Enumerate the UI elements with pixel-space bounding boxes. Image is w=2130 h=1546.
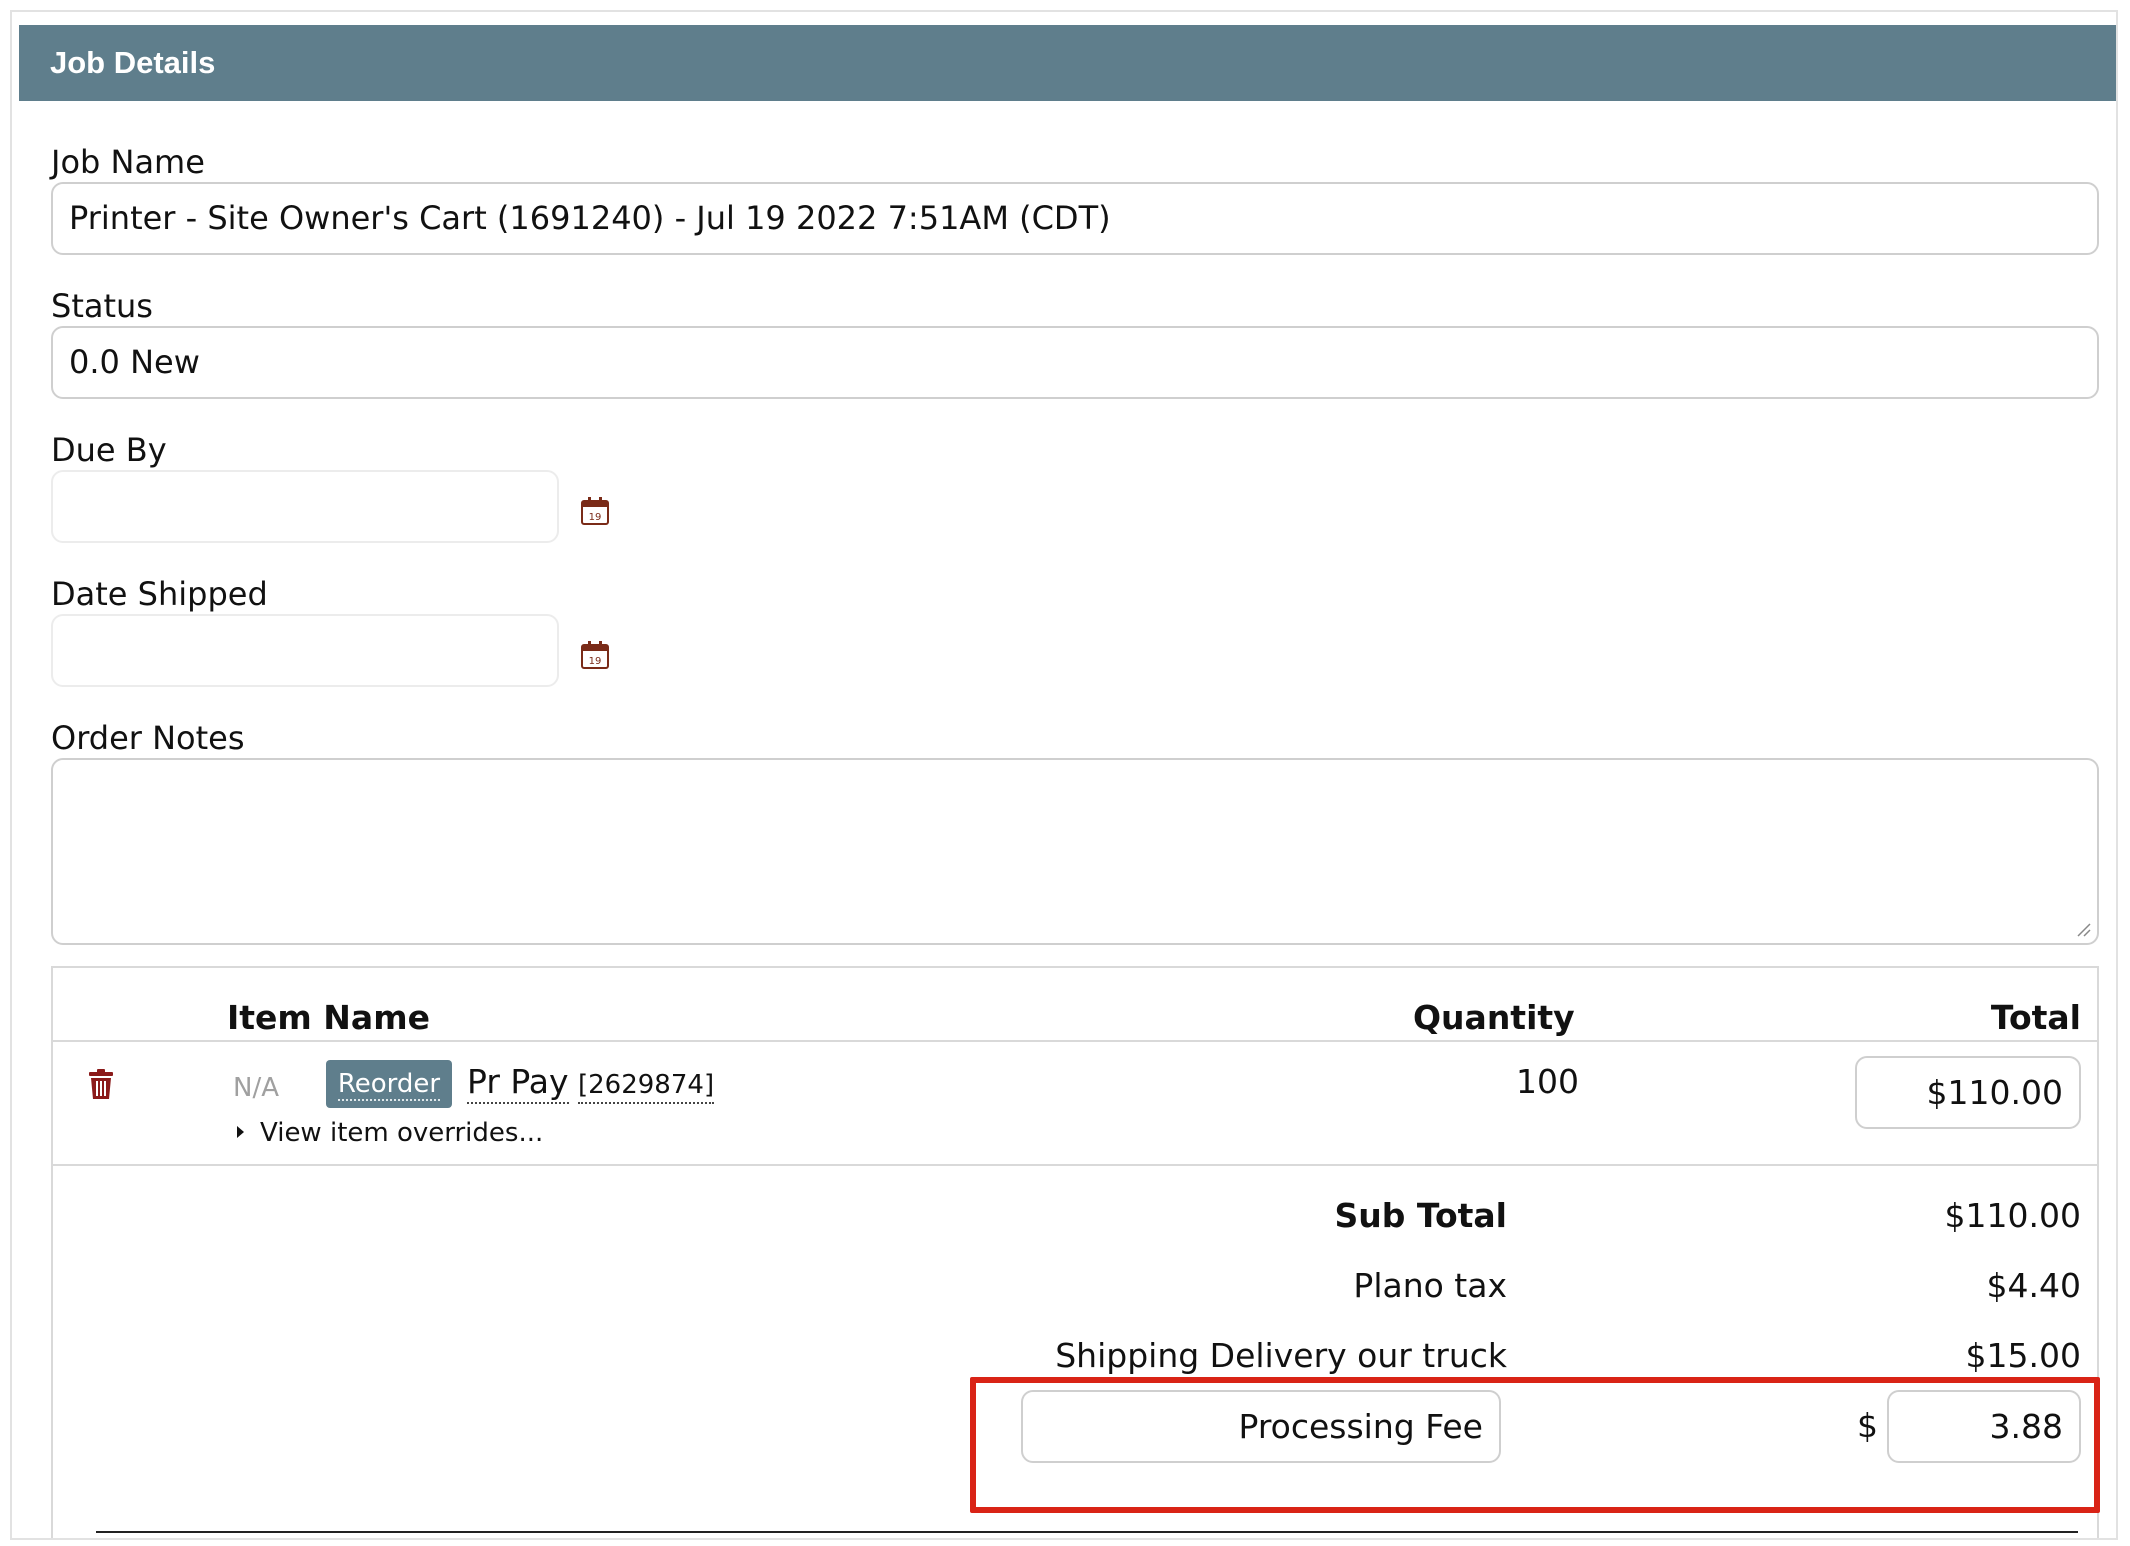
reorder-button[interactable]: Reorder bbox=[326, 1060, 452, 1108]
tax-label: Plano tax bbox=[1353, 1266, 1507, 1305]
view-item-overrides-toggle[interactable]: View item overrides... bbox=[237, 1116, 543, 1150]
reorder-label: Reorder bbox=[337, 1069, 441, 1101]
row-divider bbox=[53, 1164, 2097, 1166]
order-notes-textarea[interactable] bbox=[51, 758, 2099, 945]
disclosure-triangle-icon bbox=[237, 1125, 244, 1138]
item-na-text: N/A bbox=[233, 1073, 279, 1103]
item-id: [2629874] bbox=[578, 1068, 715, 1104]
total-header: Total bbox=[1990, 998, 2081, 1037]
sub-total-label: Sub Total bbox=[1334, 1196, 1507, 1235]
item-quantity: 100 bbox=[1516, 1062, 1579, 1101]
total-divider bbox=[96, 1531, 2078, 1533]
item-total-input[interactable]: $110.00 bbox=[1855, 1056, 2081, 1129]
date-shipped-label: Date Shipped bbox=[51, 575, 268, 613]
item-name-link[interactable]: Pr Pay bbox=[467, 1062, 569, 1104]
job-details-card: Job Details Job Name Printer - Site Owne… bbox=[10, 10, 2118, 1540]
date-shipped-input[interactable] bbox=[51, 614, 559, 687]
svg-text:19: 19 bbox=[589, 656, 602, 667]
order-notes-label: Order Notes bbox=[51, 719, 245, 757]
due-by-calendar-icon[interactable]: 19 bbox=[580, 496, 610, 526]
header-divider bbox=[53, 1040, 2097, 1042]
resize-handle-icon[interactable] bbox=[2075, 921, 2091, 937]
due-by-label: Due By bbox=[51, 431, 167, 469]
shipping-value: $15.00 bbox=[1965, 1336, 2081, 1375]
shipping-label: Shipping Delivery our truck bbox=[1055, 1336, 1507, 1375]
job-name-input[interactable]: Printer - Site Owner's Cart (1691240) - … bbox=[51, 182, 2099, 255]
view-item-overrides-label: View item overrides... bbox=[260, 1118, 544, 1148]
status-label: Status bbox=[51, 287, 153, 325]
date-shipped-calendar-icon[interactable]: 19 bbox=[580, 640, 610, 670]
tax-value: $4.40 bbox=[1986, 1266, 2081, 1305]
panel-title: Job Details bbox=[19, 25, 2116, 101]
job-name-label: Job Name bbox=[51, 143, 205, 181]
trash-icon[interactable] bbox=[88, 1068, 114, 1100]
svg-text:19: 19 bbox=[589, 512, 602, 523]
item-name-header: Item Name bbox=[227, 998, 430, 1037]
processing-fee-highlight bbox=[970, 1377, 2100, 1513]
sub-total-value: $110.00 bbox=[1944, 1196, 2081, 1235]
quantity-header: Quantity bbox=[1413, 998, 1575, 1037]
status-input[interactable]: 0.0 New bbox=[51, 326, 2099, 399]
due-by-input[interactable] bbox=[51, 470, 559, 543]
